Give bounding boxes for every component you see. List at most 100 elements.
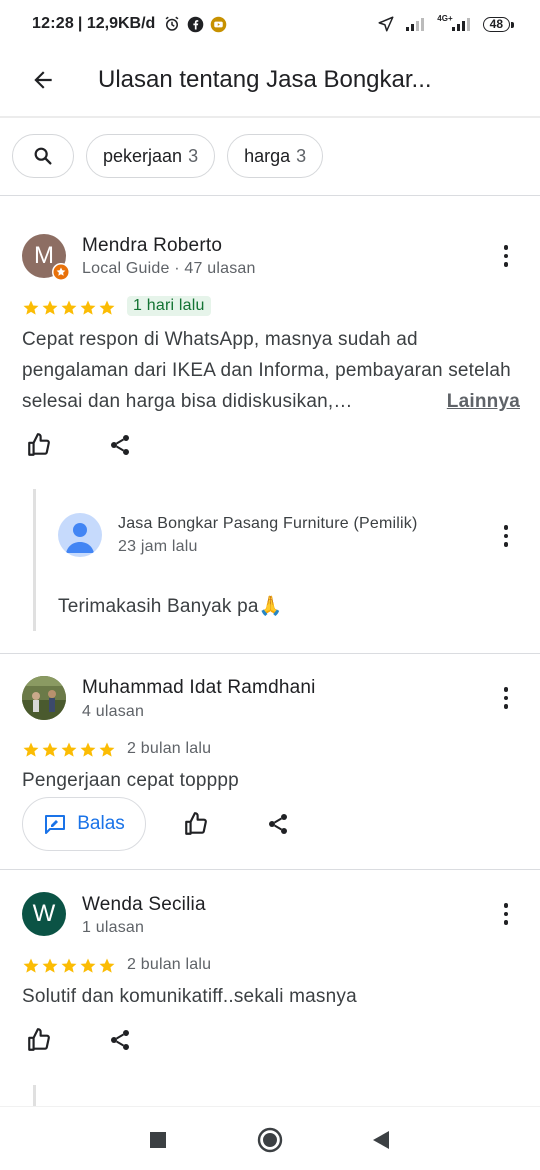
back-button[interactable] [0, 48, 86, 112]
home-circle-icon [257, 1127, 283, 1153]
avatar-letter: W [32, 900, 56, 927]
network-speed: | 12,9KB/d [77, 15, 156, 32]
review-text: Solutif dan komunikatiff..sekali masnya [22, 986, 357, 1007]
chip-label: harga [244, 145, 291, 166]
star-icon [61, 958, 77, 973]
avatar-letter: M [34, 242, 54, 269]
battery-indicator: 48 [482, 16, 515, 32]
star-icon [80, 300, 96, 315]
review-text: Pengerjaan cepat topppp [22, 770, 239, 791]
reviewer-name[interactable]: Wenda Secilia [82, 894, 206, 916]
location-arrow-icon [378, 16, 394, 32]
reviewer-name[interactable]: Muhammad Idat Ramdhani [82, 677, 316, 699]
star-rating [22, 957, 116, 975]
star-icon [80, 742, 96, 757]
like-button[interactable] [21, 1022, 57, 1058]
owner-reply-bar [33, 1085, 36, 1106]
star-icon [99, 958, 115, 973]
reviewer-meta: 4 ulasan [82, 703, 145, 720]
reviewer-name[interactable]: Mendra Roberto [82, 235, 222, 257]
network-type: 4G+ [437, 13, 453, 23]
app-bar-divider [0, 116, 540, 118]
owner-reply-time: 23 jam lalu [118, 538, 198, 555]
status-bar: 12:28 | 12,9KB/d 4G+ 48 [0, 0, 540, 48]
review-body: Cepat respon di WhatsApp, masnya sudah a… [22, 329, 511, 412]
star-icon [23, 958, 39, 973]
square-icon [150, 1132, 166, 1148]
owner-avatar [58, 513, 102, 557]
star-icon [99, 300, 115, 315]
search-reviews-button[interactable] [12, 134, 74, 178]
youtube-icon [211, 16, 227, 32]
search-icon [34, 147, 52, 165]
star-icon [42, 742, 58, 757]
star-icon [42, 958, 58, 973]
avatar-photo [22, 676, 66, 720]
read-more-link[interactable]: Lainnya [447, 386, 520, 417]
reply-button-label: Balas [77, 813, 125, 834]
chip-count: 3 [296, 145, 307, 166]
avatar[interactable] [22, 676, 66, 720]
reviewer-meta: Local Guide · 47 ulasan [82, 260, 256, 277]
owner-reply-text: Terimakasih Banyak pa🙏 [58, 596, 283, 617]
star-icon [23, 742, 39, 757]
like-button[interactable] [21, 427, 57, 463]
more-options-button[interactable] [496, 242, 516, 270]
star-rating [22, 741, 116, 759]
facebook-icon [188, 16, 204, 32]
star-icon [61, 742, 77, 757]
more-options-button[interactable] [496, 900, 516, 928]
avatar[interactable]: W [22, 892, 66, 936]
review-divider [0, 869, 540, 870]
star-icon [23, 300, 39, 315]
star-icon [42, 300, 58, 315]
status-time: 12:28 [32, 15, 74, 32]
chip-harga[interactable]: harga 3 [227, 134, 324, 178]
filter-chips: pekerjaan 3 harga 3 [12, 134, 324, 178]
recent-apps-button[interactable] [143, 1125, 173, 1155]
owner-name: Jasa Bongkar Pasang Furniture (Pemilik) [118, 515, 418, 532]
chips-divider [0, 195, 540, 196]
review-date: 2 bulan lalu [127, 740, 212, 757]
system-nav-bar [0, 1106, 540, 1170]
chip-pekerjaan[interactable]: pekerjaan 3 [86, 134, 216, 178]
owner-reply-more-button[interactable] [496, 522, 516, 550]
review-divider [0, 653, 540, 654]
more-options-button[interactable] [496, 684, 516, 712]
status-notification-icons [163, 15, 227, 33]
app-bar: Ulasan tentang Jasa Bongkar... [0, 48, 540, 112]
avatar[interactable]: M [22, 234, 70, 281]
share-button[interactable] [102, 1022, 138, 1058]
chip-count: 3 [188, 145, 199, 166]
chip-label: pekerjaan [103, 145, 183, 166]
page-title: Ulasan tentang Jasa Bongkar... [98, 66, 432, 93]
reply-message-icon [45, 815, 66, 834]
signal-icon [406, 18, 425, 31]
share-button[interactable] [102, 427, 138, 463]
status-right: 4G+ 48 [377, 13, 515, 33]
thumbs-up-icon [28, 433, 50, 456]
back-nav-button[interactable] [366, 1125, 396, 1155]
home-button[interactable] [255, 1125, 285, 1155]
reviewer-meta: 1 ulasan [82, 919, 145, 936]
local-guide-badge-icon [52, 263, 70, 281]
signal-icon-2 [451, 18, 470, 31]
arrow-back-icon [34, 71, 52, 89]
share-button[interactable] [260, 806, 296, 842]
reply-button[interactable]: Balas [22, 797, 146, 851]
owner-reply-bar [33, 489, 36, 631]
thumbs-up-icon [185, 812, 207, 835]
star-icon [80, 958, 96, 973]
review-date: 2 bulan lalu [127, 956, 212, 973]
share-icon [269, 814, 287, 834]
review-text: Cepat respon di WhatsApp, masnya sudah a… [22, 324, 520, 417]
star-icon [99, 742, 115, 757]
default-profile-icon [66, 523, 94, 553]
like-button[interactable] [178, 806, 214, 842]
star-icon [61, 300, 77, 315]
share-icon [111, 435, 129, 455]
alarm-icon [165, 16, 179, 31]
star-rating [22, 299, 116, 317]
back-triangle-icon [373, 1131, 389, 1149]
share-icon [111, 1030, 129, 1050]
